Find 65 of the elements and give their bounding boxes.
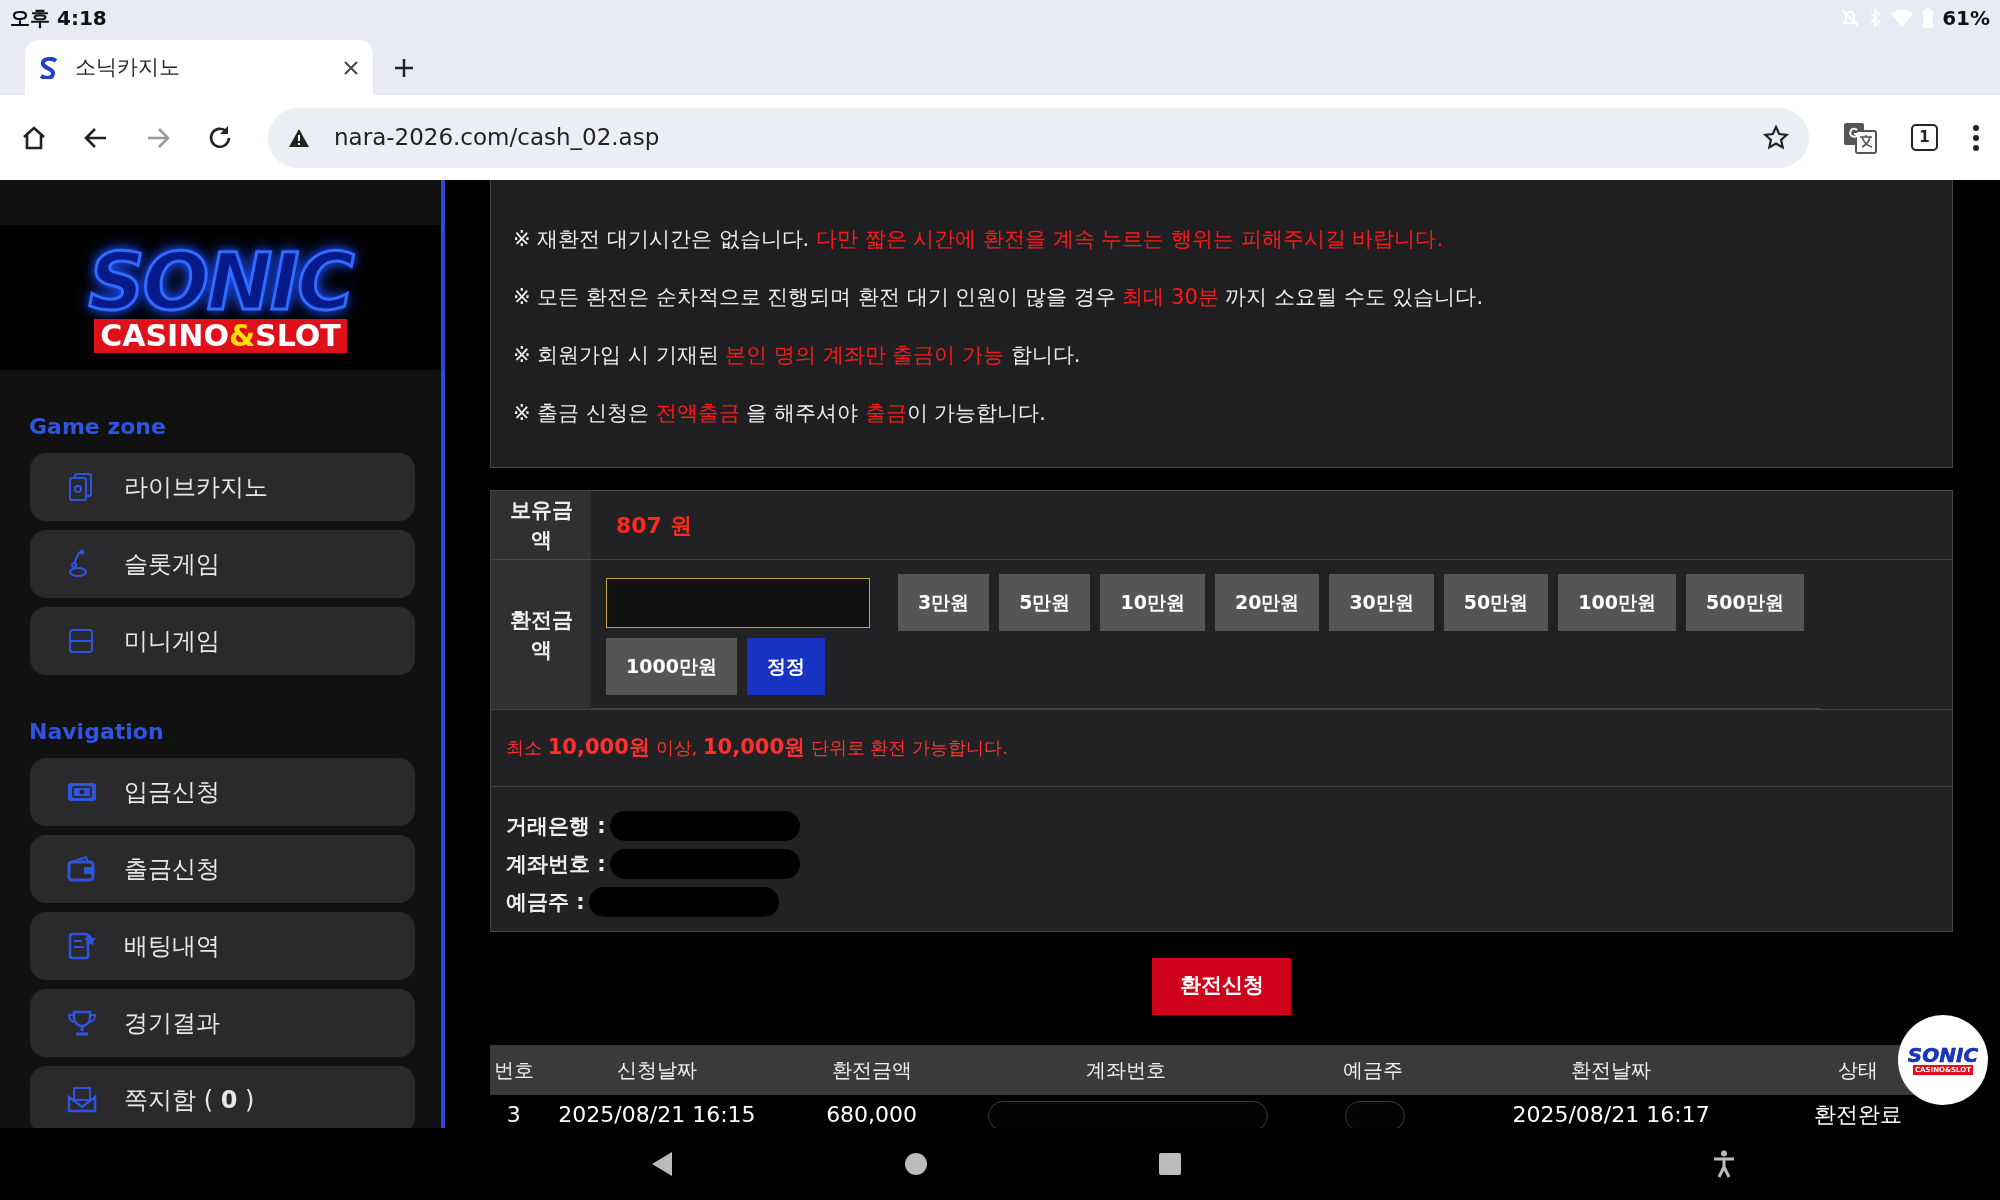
amount-button[interactable]: 20만원: [1214, 574, 1320, 631]
recent-apps-icon[interactable]: [1158, 1152, 1182, 1176]
address-bar[interactable]: nara-2026.com/cash_02.asp: [268, 107, 1809, 168]
info-label: 계좌번호 :: [506, 850, 606, 878]
sidebar-item[interactable]: 라이브카지노: [30, 453, 415, 521]
close-icon[interactable]: [343, 59, 359, 76]
battery-percent: 61%: [1942, 4, 1990, 32]
field-label: 보유금액: [491, 491, 591, 560]
table-cell: 3: [506, 1102, 521, 1127]
amount-input[interactable]: [606, 577, 870, 628]
info-label: 예금주 :: [506, 888, 585, 916]
column-header: 계좌번호: [967, 1044, 1286, 1095]
tab-title: 소닉카지노: [75, 53, 181, 81]
column-header: 환전금액: [776, 1044, 968, 1095]
column-header: 환전날짜: [1460, 1044, 1763, 1095]
amount-button[interactable]: 10만원: [1100, 574, 1205, 631]
wallet-icon: [66, 853, 98, 885]
table-cell: 2025/08/21 16:15: [558, 1102, 756, 1127]
reset-button[interactable]: 정정: [746, 638, 825, 695]
list-star-icon: [66, 930, 98, 962]
column-header: 신청날짜: [537, 1044, 777, 1095]
translate-icon[interactable]: [1843, 121, 1877, 154]
sidebar-item[interactable]: 경기결과: [30, 989, 415, 1057]
notice-line: ※ 출금 신청은 전액출금 을 해주셔야 출금이 가능합니다.: [513, 401, 1047, 425]
balance-amount: 807 원: [615, 511, 692, 540]
clock-time: 오후 4:18: [10, 4, 107, 32]
home-icon[interactable]: [904, 1152, 928, 1176]
notice-line: ※ 모든 환전은 순차적으로 진행되며 환전 대기 인원이 많을 경우 최대 30분 까지 소요될 수도 있습니다.: [513, 285, 1485, 309]
amount-notice: 최소 10,000원 이상, 10,000원 단위로 환전 가능합니다.: [491, 710, 1952, 787]
field-label: 환전금액: [491, 560, 591, 710]
notice-line: ※ 재환전 대기시간은 없습니다. 다만 짧은 시간에 환전을 계속 누르는 행위는 피해주시길 바랍니다.: [513, 227, 1445, 251]
site-favicon: [39, 56, 59, 79]
column-header: 번호: [490, 1044, 538, 1095]
amount-button[interactable]: 50만원: [1443, 574, 1549, 631]
amount-button[interactable]: 500만원: [1685, 574, 1804, 631]
amount-button[interactable]: 30만원: [1329, 574, 1434, 631]
amount-button[interactable]: 5만원: [999, 574, 1091, 631]
sidebar-item[interactable]: 출금신청: [30, 835, 415, 903]
section-heading: Navigation: [29, 718, 165, 746]
submit-button[interactable]: 환전신청: [1152, 957, 1291, 1015]
column-header: 예금주: [1285, 1044, 1460, 1095]
sidebar-item[interactable]: 미니게임: [30, 607, 415, 675]
back-icon[interactable]: [650, 1151, 674, 1177]
amount-button[interactable]: 3만원: [898, 574, 990, 631]
tab-count[interactable]: 1: [1911, 124, 1938, 151]
logo[interactable]: SONIC CASINO&SLOT: [0, 225, 441, 370]
section-heading: Game zone: [29, 413, 167, 441]
sidebar-item[interactable]: 슬롯게임: [30, 530, 415, 598]
info-label: 거래은행 :: [506, 812, 606, 840]
url-text: nara-2026.com/cash_02.asp: [334, 123, 661, 153]
amount-button[interactable]: 1000만원: [606, 638, 737, 695]
warning-icon: [288, 127, 310, 148]
accessibility-icon[interactable]: [1712, 1150, 1736, 1178]
browser-tab[interactable]: 소닉카지노: [25, 40, 373, 95]
new-tab-icon[interactable]: [393, 56, 415, 79]
sidebar-item[interactable]: 배팅내역: [30, 912, 415, 980]
more-icon[interactable]: [1972, 123, 1980, 152]
amount-button[interactable]: 100만원: [1558, 574, 1676, 631]
table-cell: 680,000: [826, 1102, 918, 1127]
sidebar-item[interactable]: 쪽지함 ( 0 ): [30, 1066, 415, 1128]
notice-line: ※ 회원가입 시 기재된 본인 명의 계좌만 출금이 가능 합니다.: [513, 343, 1082, 367]
sidebar-item[interactable]: 입금신청: [30, 758, 415, 826]
table-cell: 환전완료: [1813, 1102, 1902, 1127]
star-icon[interactable]: [1763, 124, 1789, 151]
table-cell: 2025/08/21 16:17: [1512, 1102, 1710, 1127]
